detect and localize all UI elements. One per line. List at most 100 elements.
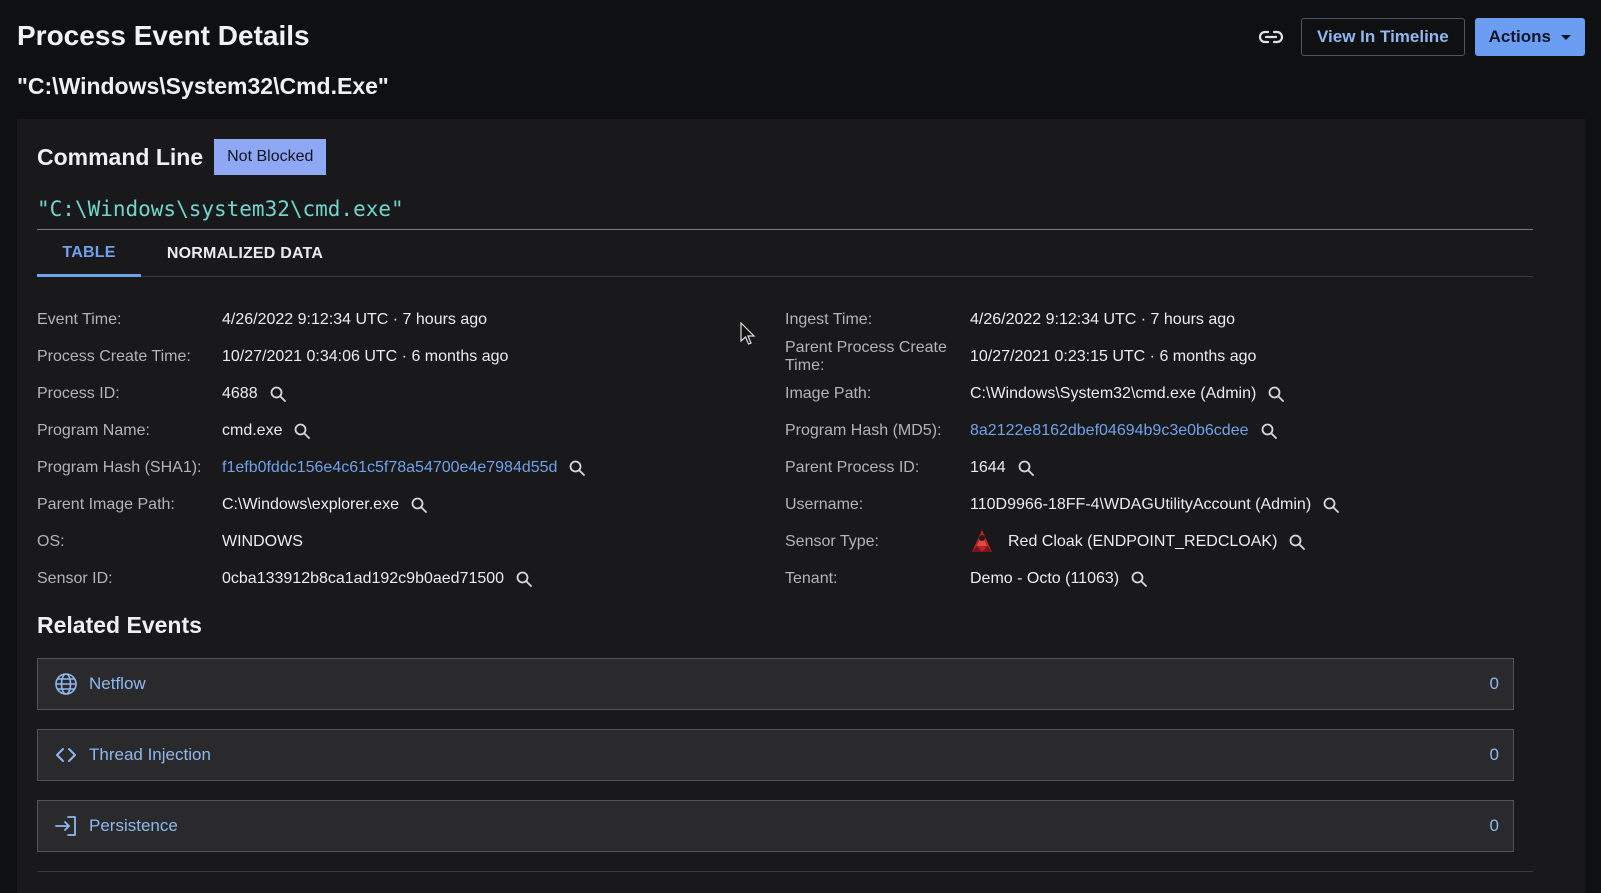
field-value: 4/26/2022 9:12:34 UTC · 7 hours ago: [970, 310, 1236, 328]
field-parent-process-create-time: Parent Process Create Time: 10/27/2021 0…: [785, 338, 1505, 375]
related-item-label: Netflow: [89, 674, 146, 693]
related-item-label: Thread Injection: [89, 745, 211, 764]
field-value-wrap: f1efb0fddc156e4c61c5f78a54700e4e7984d55d: [222, 459, 586, 477]
field-parent-process-id: Parent Process ID: 1644: [785, 449, 1505, 486]
field-label: Program Hash (MD5):: [785, 421, 942, 439]
field-tenant: Tenant: Demo - Octo (11063): [785, 560, 1505, 597]
fields-right: Ingest Time: 4/26/2022 9:12:34 UTC · 7 h…: [785, 301, 1505, 597]
md5-hash-link[interactable]: 8a2122e8162dbef04694b9c3e0b6cdee: [970, 422, 1249, 440]
field-sensor-type: Sensor Type: Red Cloak (ENDPOINT_REDCLOA…: [785, 523, 1505, 560]
field-value-wrap: C:\Windows\System32\cmd.exe (Admin): [970, 384, 1285, 403]
view-in-timeline-button[interactable]: View In Timeline: [1301, 18, 1465, 56]
details-panel: Command Line Not Blocked "C:\Windows\sys…: [17, 119, 1585, 893]
field-value-wrap: 8a2122e8162dbef04694b9c3e0b6cdee: [970, 422, 1277, 440]
mouse-pointer-icon: [740, 322, 756, 345]
fields-left: Event Time: 4/26/2022 9:12:34 UTC · 7 ho…: [37, 301, 757, 597]
header-actions: View In Timeline Actions: [1251, 18, 1585, 56]
field-label: Parent Process Create Time:: [785, 338, 947, 374]
field-process-id: Process ID: 4688: [37, 375, 757, 412]
field-value: Demo - Octo (11063): [970, 569, 1120, 587]
command-line-header: Command Line Not Blocked: [37, 139, 327, 175]
field-image-path: Image Path: C:\Windows\System32\cmd.exe …: [785, 375, 1505, 412]
search-icon[interactable]: [1268, 386, 1285, 402]
field-value: Red Cloak (ENDPOINT_REDCLOAK): [1008, 532, 1278, 550]
search-icon[interactable]: [1018, 460, 1034, 476]
field-value-wrap: Demo - Octo (11063): [970, 570, 1147, 588]
field-value: 0cba133912b8ca1ad192c9b0aed71500: [222, 569, 505, 587]
copy-link-button[interactable]: [1251, 19, 1291, 55]
field-value: C:\Windows\explorer.exe: [222, 495, 399, 513]
red-cloak-logo-icon: [968, 528, 996, 556]
search-icon[interactable]: [569, 460, 586, 476]
field-username: Username: 110D9966-18FF-4\WDAGUtilityAcc…: [785, 486, 1505, 523]
related-item-netflow[interactable]: Netflow 0: [37, 658, 1514, 710]
field-sensor-id: Sensor ID: 0cba133912b8ca1ad192c9b0aed71…: [37, 560, 757, 597]
field-parent-image-path: Parent Image Path: C:\Windows\explorer.e…: [37, 486, 757, 523]
process-path-title: "C:\Windows\System32\Cmd.Exe": [17, 73, 389, 99]
field-label: Ingest Time:: [785, 310, 873, 328]
related-item-count: 0: [1489, 674, 1499, 693]
tab-normalized-data[interactable]: NORMALIZED DATA: [154, 231, 336, 277]
field-value: WINDOWS: [222, 532, 303, 550]
field-event-time: Event Time: 4/26/2022 9:12:34 UTC · 7 ho…: [37, 301, 757, 338]
field-value: 1644: [970, 458, 1006, 476]
field-label: Sensor ID:: [37, 569, 113, 587]
related-events-title: Related Events: [37, 612, 202, 638]
field-value: C:\Windows\System32\cmd.exe (Admin): [970, 384, 1257, 402]
field-value-wrap: C:\Windows\explorer.exe: [222, 496, 427, 514]
command-line-text: "C:\Windows\system32\cmd.exe": [37, 197, 404, 221]
related-item-count: 0: [1489, 745, 1499, 764]
search-icon[interactable]: [294, 423, 311, 439]
field-os: OS: WINDOWS: [37, 523, 757, 560]
related-item-label: Persistence: [89, 816, 178, 835]
search-icon[interactable]: [411, 497, 427, 513]
field-label: Program Name:: [37, 421, 150, 439]
sha1-hash-link[interactable]: f1efb0fddc156e4c61c5f78a54700e4e7984d55d: [222, 459, 557, 477]
page-header: Process Event Details View In Timeline A…: [17, 18, 1585, 58]
actions-button[interactable]: Actions: [1474, 18, 1585, 56]
field-label: Process ID:: [37, 384, 120, 402]
field-program-hash-md5: Program Hash (MD5): 8a2122e8162dbef04694…: [785, 412, 1505, 449]
field-label: Event Time:: [37, 310, 122, 328]
globe-icon: [54, 672, 78, 696]
field-label: Process Create Time:: [37, 347, 191, 365]
search-icon[interactable]: [1323, 497, 1340, 513]
page-title: Process Event Details: [17, 20, 310, 51]
status-badge: Not Blocked: [214, 139, 327, 175]
search-icon[interactable]: [1131, 571, 1147, 587]
field-value-wrap: 4688: [222, 385, 286, 403]
field-value-wrap: 110D9966-18FF-4\WDAGUtilityAccount (Admi…: [970, 496, 1340, 514]
field-label: Parent Process ID:: [785, 458, 920, 476]
search-icon[interactable]: [1289, 534, 1306, 550]
related-item-count: 0: [1489, 816, 1499, 835]
field-label: Sensor Type:: [785, 532, 879, 550]
field-value: 4/26/2022 9:12:34 UTC · 7 hours ago: [222, 310, 488, 328]
field-value: 10/27/2021 0:34:06 UTC · 6 months ago: [222, 347, 509, 365]
field-value-wrap: 0cba133912b8ca1ad192c9b0aed71500: [222, 570, 532, 588]
field-ingest-time: Ingest Time: 4/26/2022 9:12:34 UTC · 7 h…: [785, 301, 1505, 338]
divider: [37, 229, 1533, 230]
login-icon: [54, 814, 78, 838]
link-icon: [1258, 30, 1284, 44]
related-item-persistence[interactable]: Persistence 0: [37, 800, 1514, 852]
field-value-wrap: Red Cloak (ENDPOINT_REDCLOAK): [968, 528, 1306, 556]
field-value: 10/27/2021 0:23:15 UTC · 6 months ago: [970, 347, 1257, 365]
field-label: OS:: [37, 532, 65, 550]
search-icon[interactable]: [1261, 423, 1277, 439]
field-program-name: Program Name: cmd.exe: [37, 412, 757, 449]
divider: [37, 871, 1533, 872]
field-value: cmd.exe: [222, 421, 283, 439]
field-label: Username:: [785, 495, 864, 513]
related-item-thread-injection[interactable]: Thread Injection 0: [37, 729, 1514, 781]
field-value-wrap: cmd.exe: [222, 421, 311, 440]
actions-label: Actions: [1488, 27, 1551, 46]
field-label: Program Hash (SHA1):: [37, 458, 202, 476]
field-label: Tenant:: [785, 569, 838, 587]
field-label: Parent Image Path:: [37, 495, 175, 513]
tab-bar: TABLE NORMALIZED DATA: [37, 231, 1533, 277]
tab-table[interactable]: TABLE: [37, 231, 141, 277]
caret-down-icon: [1561, 34, 1571, 40]
search-icon[interactable]: [516, 571, 532, 587]
search-icon[interactable]: [270, 386, 286, 402]
code-icon: [54, 743, 78, 767]
